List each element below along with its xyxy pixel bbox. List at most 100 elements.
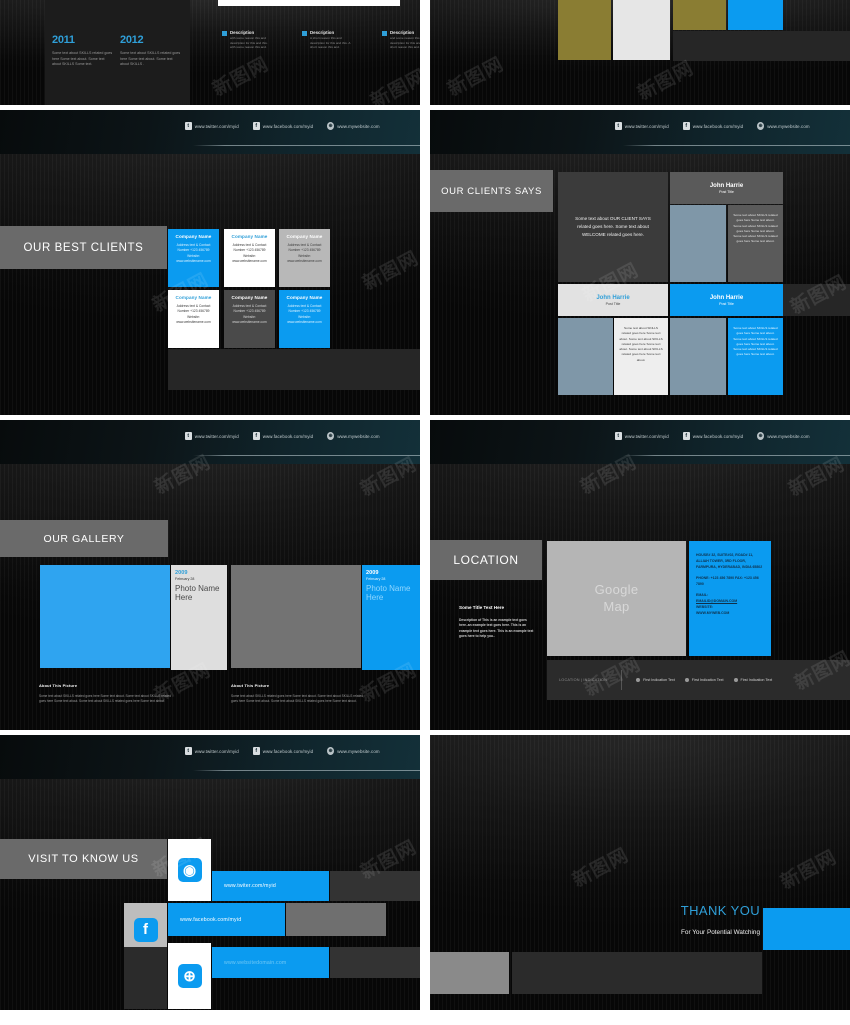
testimonial-photo — [670, 205, 726, 282]
gallery-about-text: Some text about SKILLS related goes here… — [39, 694, 172, 703]
social-link-website[interactable]: ⊕ www.mywebsite.com — [757, 122, 810, 130]
testimonial-text: Some text about SKILLS related goes here… — [728, 205, 783, 282]
slide-top-band: t www.twitter.com/myid f www.facebook.co… — [0, 110, 420, 154]
social-link-label: www.mywebsite.com — [337, 123, 380, 129]
facebook-icon: f — [682, 432, 690, 440]
watermark: 新图网 — [209, 53, 273, 101]
location-email[interactable]: EMAILID@DOMAIN.COM — [696, 599, 737, 603]
globe-icon: ⊕ — [327, 122, 335, 130]
website-tile-spacer — [124, 947, 167, 1009]
legend-item: Description and some reason this and des… — [382, 30, 420, 50]
indication-label: First Indication Text — [643, 678, 675, 682]
location-indication-label: LOCATION | INDICATION — [559, 678, 608, 682]
slide-title-bar: OUR GALLERY — [0, 520, 168, 557]
quote-text: Some text about OUR CLIENT SAYS related … — [575, 215, 651, 238]
social-link-twitter[interactable]: t www.twitter.com/myid — [184, 122, 239, 130]
watermark: 新图网 — [569, 844, 633, 892]
slide-thumbnail-awards[interactable]: 2010 Awards Name Awards For: This Awards… — [430, 0, 850, 105]
social-link-facebook[interactable]: f www.facebook.com/myid — [252, 747, 313, 755]
indication-item[interactable]: First Indication Text — [636, 678, 675, 682]
slide-thumbnail-visit[interactable]: t www.twitter.com/myid f www.facebook.co… — [0, 735, 420, 1010]
social-link-website[interactable]: ⊕ www.mywebsite.com — [757, 432, 810, 440]
slide-thumbnail-thank-you[interactable]: THANK YOU For Your Potential Watching 新图… — [430, 735, 850, 1010]
gallery-about-text: Some text about SKILLS related goes here… — [231, 694, 364, 703]
twitter-link-row[interactable]: www.twiter.com/myid — [212, 871, 329, 901]
client-card[interactable]: Company Name Address text & Contact Numb… — [279, 229, 330, 287]
map-line-2: Map — [603, 598, 630, 614]
twitter-icon: t — [614, 122, 622, 130]
globe-icon: ⊕ — [327, 432, 335, 440]
globe-icon: ⊕ — [757, 432, 765, 440]
row-tail — [286, 903, 386, 936]
social-link-facebook[interactable]: f www.facebook.com/myid — [682, 432, 743, 440]
testimonial-post: Post Title — [719, 189, 734, 194]
twitter-icon-tile[interactable]: ◉ — [168, 839, 211, 901]
client-card[interactable]: Company Name Address text & Contact Numb… — [168, 229, 219, 287]
slide-thumbnail-best-clients[interactable]: t www.twitter.com/myid f www.facebook.co… — [0, 110, 420, 415]
social-link-label: www.facebook.com/myid — [262, 433, 314, 439]
client-address: Address text & Contact Number +123 45678… — [232, 243, 267, 264]
slide-thumbnail-gallery[interactable]: t www.twitter.com/myid f www.facebook.co… — [0, 420, 420, 730]
dot-icon — [684, 678, 689, 682]
client-card[interactable]: Company Name Address text & Contact Numb… — [224, 290, 275, 348]
location-side-title: Some Title Text Here — [459, 605, 505, 610]
testimonial-post: Post Title — [719, 301, 734, 306]
google-map-placeholder[interactable]: Google Map — [547, 541, 686, 656]
slide-top-band: t www.twitter.com/myid f www.facebook.co… — [0, 735, 420, 779]
gallery-date: February 28 — [366, 577, 386, 581]
social-link-label: www.twitter.com/myid — [194, 123, 239, 129]
social-link-twitter[interactable]: t www.twitter.com/myid — [184, 432, 239, 440]
facebook-link-row[interactable]: www.facebook.com/myid — [168, 903, 285, 936]
client-card[interactable]: Company Name Address text & Contact Numb… — [168, 290, 219, 348]
social-link-facebook[interactable]: f www.facebook.com/myid — [252, 432, 314, 440]
client-card[interactable]: Company Name Address text & Contact Numb… — [279, 290, 330, 348]
location-website[interactable]: WWW.MYWEB.COM — [696, 611, 764, 617]
slide-thumbnail-grid: 2009 Some text about SKILLS related goes… — [0, 0, 850, 1025]
legend-item: Description A short reason this and desc… — [302, 30, 354, 50]
social-link-facebook[interactable]: f www.facebook.com/myid — [252, 122, 314, 130]
client-card[interactable]: Company Name Address text & Contact Numb… — [224, 229, 275, 287]
slide-thumbnail-clients-says[interactable]: t www.twitter.com/myid f www.facebook.co… — [430, 110, 850, 415]
social-link-label: www.facebook.com/myid — [262, 123, 314, 129]
client-name: Company Name — [286, 295, 323, 300]
social-link-twitter[interactable]: t www.twitter.com/myid — [184, 747, 239, 755]
social-link-label: www.twitter.com/myid — [194, 433, 239, 439]
social-links: t www.twitter.com/myid f www.facebook.co… — [184, 747, 416, 755]
social-link-label: www.mywebsite.com — [767, 123, 810, 129]
facebook-icon: f — [133, 917, 158, 942]
indication-item[interactable]: First Indication Text — [733, 678, 772, 682]
location-side-text: Description of This is an example text g… — [459, 618, 534, 639]
social-link-twitter[interactable]: t www.twitter.com/myid — [614, 122, 669, 130]
client-name: Company Name — [175, 295, 212, 300]
social-link-label: www.facebook.com/myid — [692, 123, 744, 129]
website-link-row[interactable]: www.websitedomain.com — [212, 947, 329, 978]
location-phone: PHONE: +123 456 7890 FAX: +123 456 7890 — [696, 575, 759, 586]
indication-item[interactable]: First Indication Text — [684, 678, 724, 682]
social-link-website[interactable]: ⊕ www.mywebsite.com — [327, 122, 380, 130]
website-link-label: www.websitedomain.com — [224, 959, 287, 966]
slide-thumbnail-location[interactable]: t www.twitter.com/myid f www.facebook.co… — [430, 420, 850, 730]
watermark: 新图网 — [444, 53, 508, 101]
client-address: Address text & Contact Number +123 45678… — [176, 304, 211, 325]
gallery-photo[interactable] — [40, 565, 170, 668]
social-link-facebook[interactable]: f www.facebook.com/myid — [682, 122, 744, 130]
decorative-dark-block — [512, 952, 762, 994]
slide-title-bar: LOCATION — [430, 540, 542, 580]
slide-thumbnail-skills[interactable]: 2009 Some text about SKILLS related goes… — [0, 0, 420, 105]
testimonial-name-bar: John Harrie Post Title — [670, 172, 783, 204]
gallery-about-title: About This Picture — [231, 683, 270, 688]
social-link-twitter[interactable]: t www.twitter.com/myid — [614, 432, 669, 440]
social-link-website[interactable]: ⊕ www.mywebsite.com — [327, 747, 380, 755]
gallery-photo-name: Photo Name Here — [366, 584, 411, 603]
social-link-website[interactable]: ⊕ www.mywebsite.com — [327, 432, 380, 440]
globe-icon-tile[interactable]: ⊕ — [168, 943, 211, 1009]
page-title: LOCATION — [453, 553, 519, 567]
gallery-photo[interactable] — [231, 565, 361, 668]
dot-icon — [636, 678, 641, 682]
legend-title: Description — [310, 30, 335, 35]
location-address-card: HOUSE# 32, SUITE#02, ROAD# 11, ALLIAH TO… — [689, 541, 771, 656]
award-image-gold — [673, 0, 726, 30]
skills-year: 2012 — [120, 34, 144, 46]
facebook-icon: f — [252, 747, 260, 755]
testimonial-photo — [558, 318, 613, 395]
